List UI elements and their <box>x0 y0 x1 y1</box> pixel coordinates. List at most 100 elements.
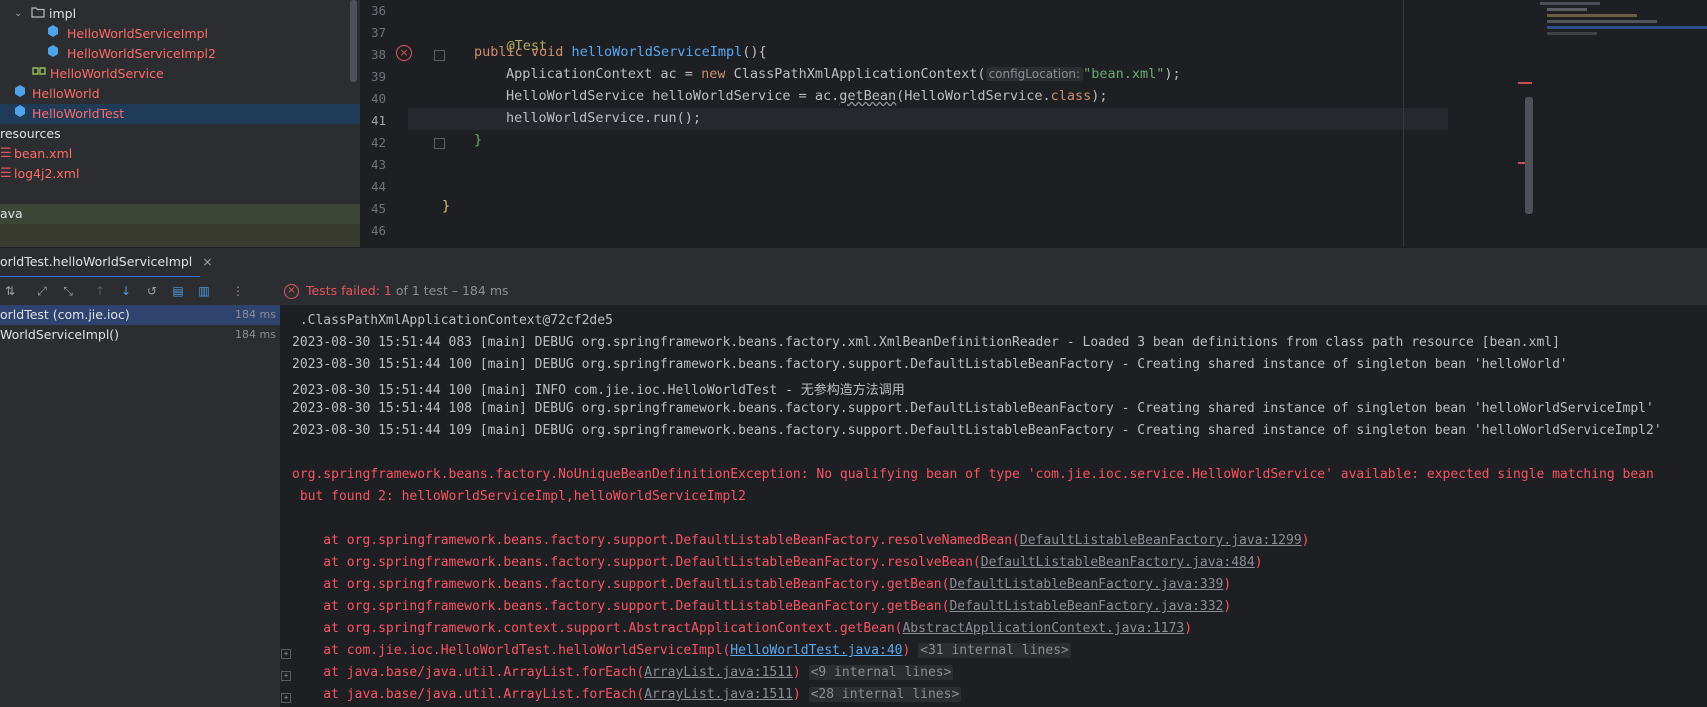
expand-icon[interactable]: + <box>281 693 291 703</box>
test-toolbar: ⇅ ⤢ ⤡ ↑ ↓ ↺ ▤ ▥ ⋮ <box>0 277 280 305</box>
line-number: 40 <box>370 91 386 106</box>
previous-failed-icon[interactable]: ↑ <box>92 283 108 299</box>
fold-marker[interactable] <box>434 138 445 149</box>
stack-link[interactable]: DefaultListableBeanFactory.java:1299 <box>1020 533 1302 548</box>
internal-lines-fold[interactable]: <9 internal lines> <box>808 665 954 680</box>
tree-item-label: HelloWorld <box>32 86 100 101</box>
tree-item-helloworldtest[interactable]: HelloWorldTest <box>0 104 360 124</box>
console-line: 2023-08-30 15:51:44 100 [main] DEBUG org… <box>292 357 1568 372</box>
minimap[interactable] <box>1535 0 1707 45</box>
test-results-tree: orldTest (com.jie.ioc) 184 ms WorldServi… <box>0 305 280 707</box>
test-status: × Tests failed: 1 of 1 test – 184 ms <box>280 277 1707 305</box>
line-number: 46 <box>370 223 386 238</box>
test-case-row[interactable]: WorldServiceImpl() 184 ms <box>0 325 280 345</box>
class-icon <box>14 84 26 104</box>
tree-item-helloworldserviceimpl2[interactable]: HelloWorldServiceImpl2 <box>0 44 360 64</box>
code-text: } <box>442 198 451 214</box>
status-suffix: of 1 test – 184 ms <box>391 283 509 298</box>
sort-icon[interactable]: ⇅ <box>2 283 18 299</box>
tree-item-java[interactable]: ava <box>0 204 360 224</box>
status-count: 1 <box>383 283 392 298</box>
run-panel-tabs: orldTest.helloWorldServiceImpl × <box>0 247 1707 278</box>
stack-link[interactable]: ArrayList.java:1511 <box>644 665 793 680</box>
exception-message: but found 2: helloWorldServiceImpl,hello… <box>292 489 746 504</box>
right-margin-guide <box>1403 0 1404 247</box>
code-line-38: public void helloWorldServiceImpl(){ <box>474 44 767 60</box>
code-text: (HelloWorldService. <box>896 88 1051 104</box>
stack-link[interactable]: AbstractApplicationContext.java:1173 <box>902 621 1184 636</box>
expand-icon[interactable]: + <box>281 671 291 681</box>
parameter-hint: configLocation: <box>985 67 1084 81</box>
chevron-down-icon[interactable]: ⌄ <box>14 4 22 24</box>
tab-label: orldTest.helloWorldServiceImpl <box>0 254 193 269</box>
xml-icon: ☰ <box>0 166 12 181</box>
more-options-icon[interactable]: ⋮ <box>230 283 246 299</box>
tree-item-label: HelloWorldService <box>50 66 164 81</box>
stack-link[interactable]: ArrayList.java:1511 <box>644 687 793 702</box>
tree-scrollbar[interactable] <box>350 0 357 82</box>
console-line: .ClassPathXmlApplicationContext@72cf2de5 <box>292 313 613 328</box>
stack-frame: at org.springframework.beans.factory.sup… <box>292 577 1232 592</box>
tree-item-bean-xml[interactable]: ☰ bean.xml <box>0 144 360 164</box>
console-output[interactable]: 2023-08-30 15:51:44 050 [main] DEBUG org… <box>280 305 1707 707</box>
exception-message: org.springframework.beans.factory.NoUniq… <box>292 467 1654 482</box>
test-duration: 184 ms <box>235 328 276 341</box>
next-failed-icon[interactable]: ↓ <box>118 283 134 299</box>
class-icon <box>14 104 26 124</box>
code-text: ClassPathXmlApplicationContext( <box>733 66 986 82</box>
console-line-clipped: 2023-08-30 15:51:44 050 [main] DEBUG org… <box>292 305 1482 306</box>
stack-link[interactable]: HelloWorldTest.java:40 <box>730 643 902 658</box>
method-name: helloWorldServiceImpl <box>571 44 743 60</box>
keyword: class <box>1050 88 1092 104</box>
tree-item-helloworld[interactable]: HelloWorld <box>0 84 360 104</box>
import-tests-icon[interactable]: ▤ <box>170 283 186 299</box>
history-icon[interactable]: ↺ <box>144 283 160 299</box>
tree-item-resources[interactable]: resources <box>0 124 360 144</box>
test-failed-icon[interactable]: × <box>396 45 412 61</box>
code-text: } <box>474 132 483 148</box>
tab-run-config[interactable]: orldTest.helloWorldServiceImpl × <box>0 248 213 278</box>
collapse-all-icon[interactable]: ⤡ <box>60 283 76 299</box>
stack-link[interactable]: DefaultListableBeanFactory.java:332 <box>949 599 1223 614</box>
code-text: ); <box>1164 66 1181 82</box>
tree-item-helloworldserviceimpl[interactable]: HelloWorldServiceImpl <box>0 24 360 44</box>
stack-frame: at com.jie.ioc.HelloWorldTest.helloWorld… <box>292 643 1071 658</box>
expand-all-icon[interactable]: ⤢ <box>34 283 50 299</box>
tree-item-label: resources <box>0 126 61 141</box>
editor-scrollbar[interactable] <box>1525 97 1533 214</box>
internal-lines-fold[interactable]: <31 internal lines> <box>918 643 1071 658</box>
expand-icon[interactable]: + <box>281 649 291 659</box>
tree-item-log4j2-xml[interactable]: ☰ log4j2.xml <box>0 164 360 184</box>
test-label: orldTest (com.jie.ioc) <box>0 307 130 322</box>
test-suite-row[interactable]: orldTest (com.jie.ioc) 184 ms <box>0 305 280 325</box>
close-icon[interactable]: × <box>202 254 212 269</box>
tree-item-label: HelloWorldTest <box>32 106 125 121</box>
line-number: 38 <box>370 47 386 62</box>
stack-frame: at java.base/java.util.ArrayList.forEach… <box>292 687 962 702</box>
internal-lines-fold[interactable]: <28 internal lines> <box>808 687 962 702</box>
fold-marker[interactable] <box>434 50 445 61</box>
line-number: 42 <box>370 135 386 150</box>
stack-frame: at org.springframework.beans.factory.sup… <box>292 533 1310 548</box>
tree-item-impl[interactable]: ⌄ impl <box>0 4 360 24</box>
code-editor[interactable]: 36 37 38 39 40 41 42 43 44 45 46 × @Test… <box>360 0 1707 247</box>
project-tree: ⌄ impl HelloWorldServiceImpl HelloWorldS… <box>0 0 360 247</box>
error-icon: × <box>284 284 299 299</box>
console-line: 2023-08-30 15:51:44 108 [main] DEBUG org… <box>292 401 1654 416</box>
code-text: helloWorldService.run(); <box>506 110 702 126</box>
console-line: 2023-08-30 15:51:44 109 [main] DEBUG org… <box>292 423 1662 438</box>
tree-item-helloworldservice[interactable]: HelloWorldService <box>0 64 360 84</box>
line-number: 37 <box>370 25 386 40</box>
tree-item-label: bean.xml <box>14 146 73 161</box>
tree-item-label: impl <box>49 6 77 21</box>
export-tests-icon[interactable]: ▥ <box>196 283 212 299</box>
stack-link[interactable]: DefaultListableBeanFactory.java:484 <box>981 555 1255 570</box>
tree-item-label: log4j2.xml <box>14 166 80 181</box>
code-line-42: } <box>474 132 482 148</box>
error-stripe-mark[interactable] <box>1518 82 1532 84</box>
folder-icon <box>31 4 45 24</box>
code-text: ApplicationContext ac = <box>506 66 702 82</box>
tree-item-label: ava <box>0 206 23 221</box>
stack-link[interactable]: DefaultListableBeanFactory.java:339 <box>949 577 1223 592</box>
code-text: HelloWorldService helloWorldService = ac… <box>506 88 840 104</box>
